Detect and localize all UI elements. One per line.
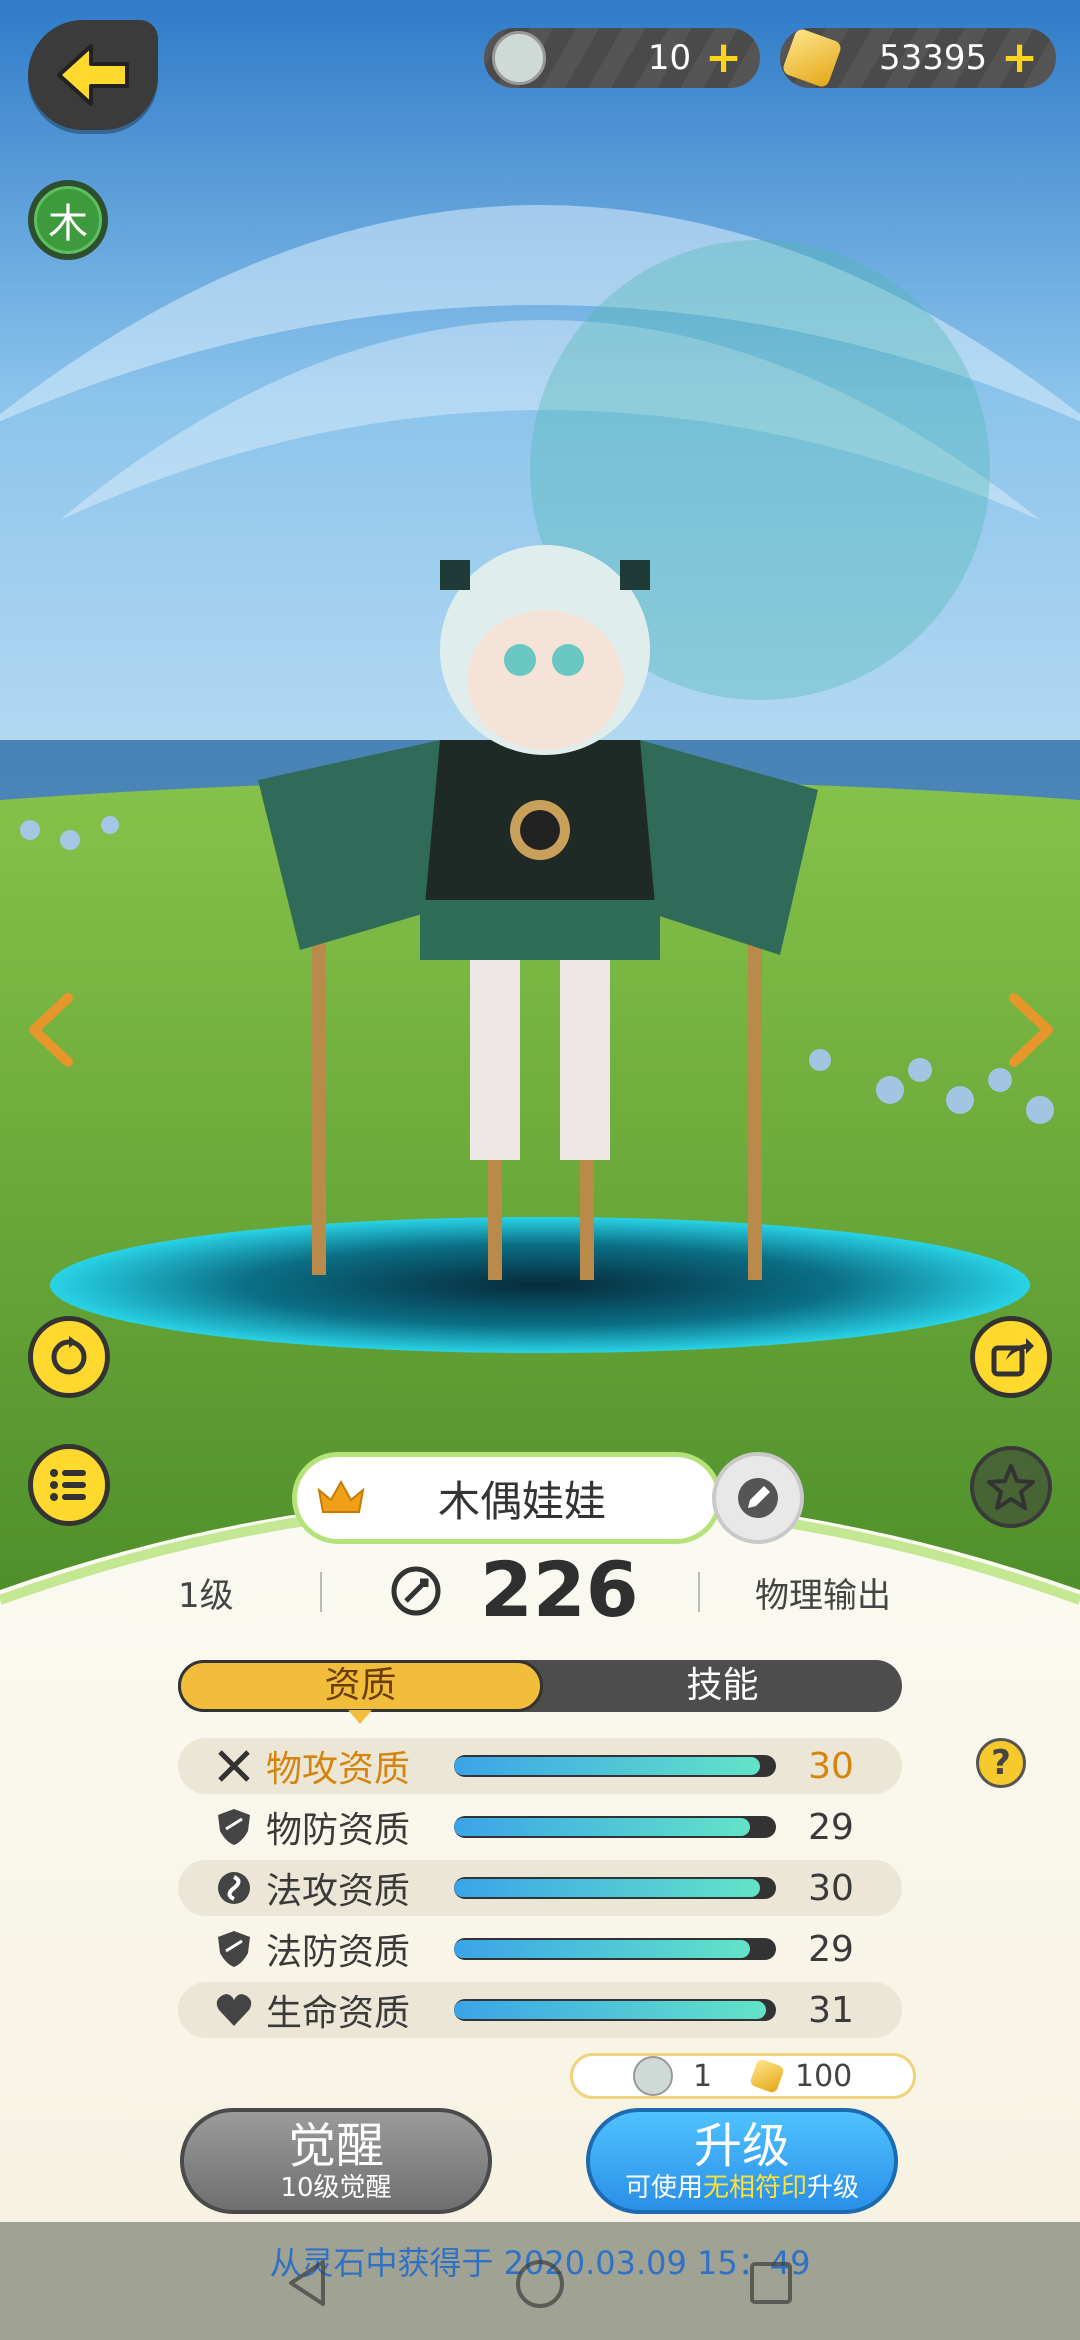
- attribute-bar: [454, 1999, 776, 2021]
- crystal-cost-amount: 100: [795, 2058, 853, 2094]
- shield-icon: [218, 1931, 250, 1967]
- attribute-bar: [454, 1877, 776, 1899]
- heart-icon: [216, 1994, 252, 2026]
- share-icon: [991, 1338, 1034, 1377]
- pencil-icon: [738, 1478, 778, 1518]
- help-button[interactable]: ?: [976, 1738, 1026, 1788]
- gold-crystal-icon: [749, 2058, 785, 2094]
- soul-currency-value: 10: [647, 38, 692, 78]
- favorite-button[interactable]: [970, 1446, 1052, 1528]
- sword-cross-icon: [218, 1750, 250, 1782]
- attribute-value: 29: [808, 1928, 854, 1970]
- rotate-icon: [51, 1336, 87, 1375]
- crystal-currency-value: 53395: [878, 38, 988, 78]
- add-soul-button[interactable]: +: [705, 36, 742, 80]
- crown-icon: [317, 1479, 365, 1513]
- attribute-row: 法防资质 29: [178, 1921, 902, 1977]
- upgrade-cost: 1 100: [570, 2053, 916, 2099]
- list-icon: [50, 1469, 86, 1501]
- attribute-value: 30: [808, 1867, 854, 1909]
- detail-tabs: 资质 技能: [178, 1660, 902, 1712]
- doll-face-icon: [492, 31, 546, 85]
- doll-face-icon: [633, 2056, 673, 2096]
- crystal-currency[interactable]: 53395 +: [780, 27, 1056, 89]
- nav-recents-icon[interactable]: [748, 2260, 794, 2306]
- attribute-value: 31: [808, 1989, 854, 2031]
- attribute-label: 生命资质: [266, 1993, 411, 2034]
- attribute-value: 30: [808, 1745, 854, 1787]
- character-level: 1级: [178, 1576, 234, 1616]
- upgrade-button[interactable]: 升级 可使用无相符印升级: [586, 2108, 898, 2214]
- attribute-bar: [454, 1938, 776, 1960]
- star-icon: [987, 1464, 1035, 1510]
- awaken-button[interactable]: 觉醒 10级觉醒: [180, 2108, 492, 2214]
- menu-list-button[interactable]: [28, 1444, 110, 1526]
- next-character-icon[interactable]: [1000, 990, 1060, 1070]
- arrow-left-icon: [57, 44, 129, 106]
- character-name-box: 木偶娃娃: [292, 1452, 722, 1544]
- nav-home-icon[interactable]: [514, 2258, 566, 2310]
- attribute-label: 物防资质: [266, 1810, 411, 1851]
- attribute-label: 法防资质: [266, 1932, 411, 1973]
- attribute-row: 物攻资质 30: [178, 1738, 902, 1794]
- attribute-row: 生命资质 31: [178, 1982, 902, 2038]
- attribute-label: 物攻资质: [266, 1749, 411, 1790]
- divider: [320, 1572, 322, 1612]
- element-wood-badge: 木: [28, 180, 108, 260]
- shield-icon: [218, 1809, 250, 1845]
- add-crystal-button[interactable]: +: [1001, 36, 1038, 80]
- gold-crystal-icon: [781, 27, 843, 89]
- nav-back-icon[interactable]: [285, 2258, 329, 2308]
- attribute-value: 29: [808, 1806, 854, 1848]
- combat-power-value: 226: [480, 1545, 639, 1634]
- awaken-label: 觉醒: [287, 2118, 384, 2174]
- soul-currency[interactable]: 10 +: [484, 28, 760, 88]
- upgrade-hint: 可使用无相符印升级: [624, 2173, 860, 2203]
- attribute-bar: [454, 1755, 776, 1777]
- rotate-view-button[interactable]: [28, 1316, 110, 1398]
- divider: [698, 1572, 700, 1612]
- attribute-label: 法攻资质: [266, 1871, 411, 1912]
- previous-character-icon[interactable]: [22, 990, 82, 1070]
- rename-button[interactable]: [712, 1452, 804, 1544]
- attribute-row: 法攻资质 30: [178, 1860, 902, 1916]
- character-name: 木偶娃娃: [437, 1476, 606, 1526]
- share-button[interactable]: [970, 1316, 1052, 1398]
- tab-skills[interactable]: 技能: [543, 1660, 902, 1712]
- back-button[interactable]: [28, 20, 158, 130]
- tab-pointer: [348, 1710, 372, 1724]
- attribute-row: 物防资质 29: [178, 1799, 902, 1855]
- character-role: 物理输出: [755, 1576, 891, 1616]
- awaken-requirement: 10级觉醒: [280, 2173, 392, 2203]
- upgrade-label: 升级: [693, 2118, 790, 2174]
- attribute-bar: [454, 1816, 776, 1838]
- combat-power-icon: [391, 1566, 441, 1616]
- tab-aptitude[interactable]: 资质: [178, 1660, 543, 1712]
- doll-cost-amount: 1: [693, 2058, 713, 2094]
- magic-swirl-icon: [218, 1872, 250, 1904]
